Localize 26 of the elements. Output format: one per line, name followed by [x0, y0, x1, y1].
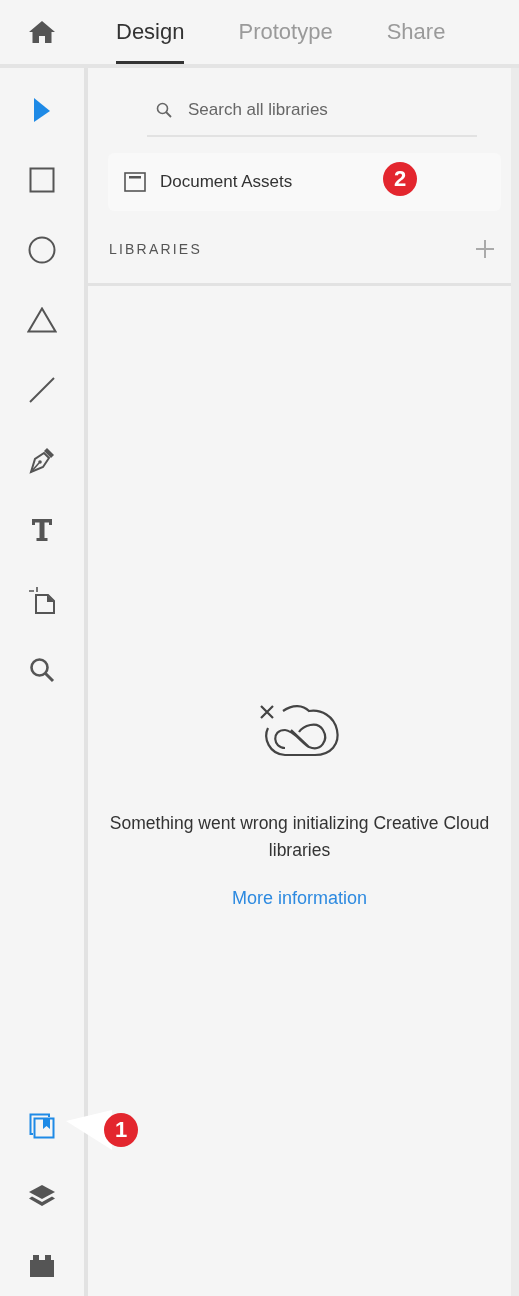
tab[interactable]: Share	[386, 0, 446, 64]
more-information-link[interactable]: More information	[231, 888, 368, 909]
triangle-icon	[27, 307, 57, 333]
layers-icon	[28, 1184, 56, 1208]
step-badge: 1	[104, 1113, 138, 1147]
error-message: Something went wrong initializing Creative Cloud libraries	[108, 812, 491, 862]
search-icon	[156, 102, 172, 118]
assets-icon	[29, 1113, 55, 1139]
pointer-icon	[33, 97, 51, 123]
tab[interactable]: Prototype	[238, 0, 333, 64]
add-icon[interactable]	[476, 240, 494, 258]
search-icon	[29, 657, 55, 683]
home-icon[interactable]	[28, 20, 56, 44]
step-badge: 2	[383, 162, 417, 196]
artboard-icon	[28, 586, 56, 614]
tab[interactable]: Design	[116, 0, 185, 64]
text-tool-icon	[31, 518, 53, 542]
document-icon	[124, 172, 146, 192]
plugin-icon	[29, 1254, 55, 1278]
pen-icon	[28, 446, 56, 474]
document-assets-item[interactable]: Document Assets 2	[108, 153, 501, 211]
section-heading: LIBRARIES	[109, 241, 202, 257]
ellipse-icon	[28, 236, 56, 264]
rectangle-icon	[29, 167, 55, 193]
line-icon	[29, 377, 55, 403]
search-field[interactable]: Search all libraries	[186, 99, 477, 121]
